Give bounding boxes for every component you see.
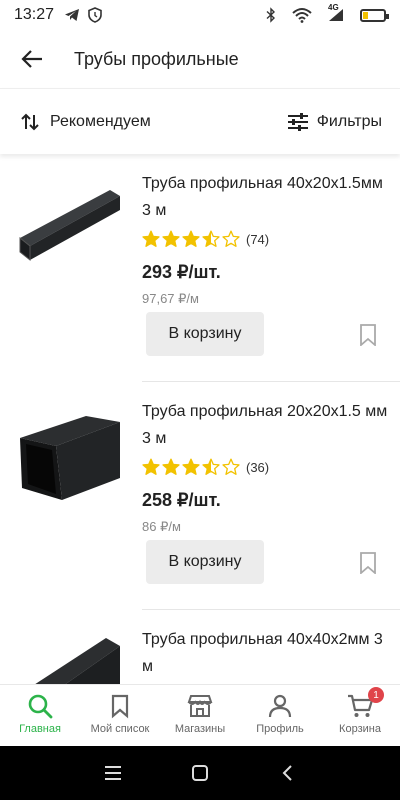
product-list[interactable]: Труба профильная 40х20х1.5мм 3 м (74) 29… (0, 154, 400, 684)
product-card[interactable]: Труба профильная 40х40х2мм 3 м (35, 610, 400, 684)
product-name[interactable]: Труба профильная 20х20х1.5 мм 3 м (142, 398, 390, 452)
cart-count-badge: 1 (368, 687, 384, 703)
rating-stars (142, 230, 240, 248)
shield-icon (88, 7, 102, 23)
search-icon (28, 694, 53, 719)
person-icon (268, 694, 292, 718)
sort-filter-bar: Рекомендуем Фильтры (0, 88, 400, 154)
filter-button[interactable]: Фильтры (287, 112, 382, 132)
star-icon (142, 458, 160, 475)
nav-item-stores[interactable]: Магазины (160, 693, 240, 735)
sort-label: Рекомендуем (50, 112, 151, 130)
star-icon (222, 230, 240, 247)
home-button[interactable] (185, 758, 215, 788)
star-icon (182, 230, 200, 247)
nav-label: Магазины (174, 723, 226, 735)
product-card[interactable]: Труба профильная 20х20х1.5 мм 3 м (36) 2… (20, 382, 400, 610)
product-name[interactable]: Труба профильная 40х20х1.5мм 3 м (142, 170, 390, 224)
bottom-navigation: Главная Мой список Магазины Профиль 1 Ко… (0, 684, 400, 746)
star-icon (222, 458, 240, 475)
nav-label: Профиль (256, 723, 304, 735)
home-square-icon (191, 765, 208, 781)
star-icon (182, 458, 200, 475)
nav-item-profile[interactable]: Профиль (240, 693, 320, 735)
bookmark-icon[interactable] (358, 324, 378, 346)
bookmark-icon (111, 694, 129, 719)
sliders-icon (287, 112, 308, 131)
bookmark-icon[interactable] (358, 552, 378, 574)
star-icon (142, 230, 160, 247)
chevron-left-icon (282, 765, 292, 781)
unit-price: 97,67 ₽/м (142, 291, 199, 306)
review-count: (36) (246, 459, 270, 475)
add-to-cart-button[interactable]: В корзину (146, 540, 264, 584)
nav-item-my-list[interactable]: Мой список (80, 693, 160, 735)
wifi-icon (292, 7, 312, 23)
arrow-left-icon (21, 50, 42, 68)
network-type-label: 4G (328, 3, 339, 12)
store-icon (187, 695, 213, 717)
review-count: (74) (246, 231, 270, 247)
nav-item-home[interactable]: Главная (0, 693, 80, 735)
battery-icon (360, 8, 389, 22)
product-name[interactable]: Труба профильная 40х40х2мм 3 м (142, 626, 390, 680)
nav-item-cart[interactable]: 1 Корзина (320, 687, 400, 735)
system-navigation-bar (0, 746, 400, 800)
signal-icon: 4G (328, 4, 344, 22)
status-time: 13:27 (14, 6, 55, 23)
rating-stars (142, 458, 240, 476)
sort-button[interactable]: Рекомендуем (20, 112, 151, 132)
nav-label: Главная (19, 723, 61, 735)
system-back-button[interactable] (272, 758, 302, 788)
star-icon (162, 458, 180, 475)
recent-apps-button[interactable] (98, 758, 128, 788)
nav-label: Мой список (90, 723, 150, 735)
product-price: 293 ₽/шт. (142, 262, 221, 282)
unit-price: 86 ₽/м (142, 519, 181, 534)
menu-icon (105, 766, 122, 780)
star-icon (162, 230, 180, 247)
star-icon (202, 230, 220, 247)
nav-label: Корзина (339, 723, 381, 735)
back-button[interactable] (16, 43, 48, 75)
status-bar: 13:27 4G (0, 0, 400, 30)
star-icon (202, 458, 220, 475)
product-image (20, 416, 120, 500)
product-image (19, 190, 120, 262)
product-price: 258 ₽/шт. (142, 490, 221, 510)
product-rating: (74) (142, 228, 390, 250)
telegram-icon (64, 8, 80, 22)
product-card[interactable]: Труба профильная 40х20х1.5мм 3 м (74) 29… (19, 154, 400, 382)
add-to-cart-button[interactable]: В корзину (146, 312, 264, 356)
page-title: Трубы профильные (74, 48, 239, 69)
bluetooth-icon (266, 7, 276, 23)
filter-label: Фильтры (316, 112, 382, 130)
product-image (35, 638, 120, 684)
product-rating: (36) (142, 456, 390, 478)
app-header: Трубы профильные (0, 30, 400, 88)
sort-icon (21, 113, 39, 130)
